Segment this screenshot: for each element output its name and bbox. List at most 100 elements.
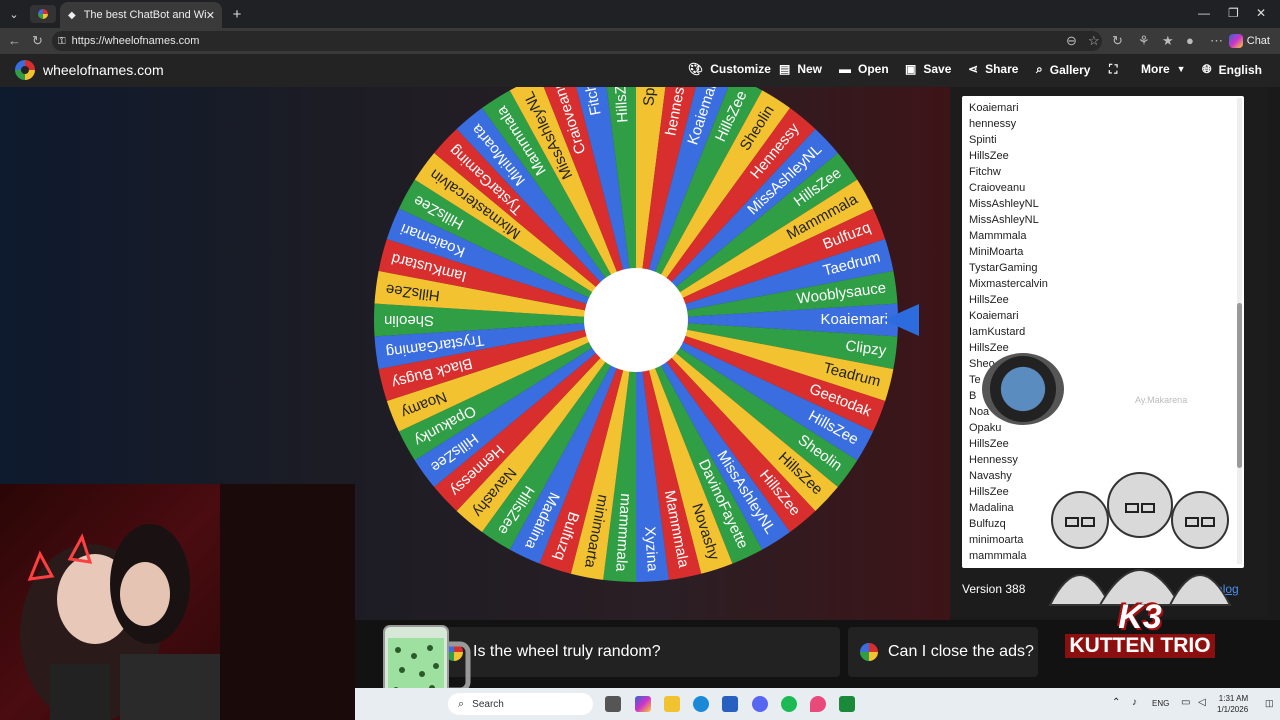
edge-icon[interactable] [693, 696, 709, 712]
sync-icon[interactable]: ↻ [1112, 33, 1123, 49]
wheel-logo-icon [860, 643, 878, 661]
clock[interactable]: 1:31 AM 1/1/2026 [1217, 693, 1248, 715]
palette-icon: 🎨︎ [688, 62, 704, 76]
wheel-slice-label: Koaiemari [820, 311, 888, 328]
entry-item: Fitchw [969, 166, 1001, 178]
fullscreen-icon: ⛶ [1109, 62, 1118, 76]
search-placeholder: Search [472, 698, 504, 710]
save-icon: ▣ [905, 62, 917, 76]
favorite-icon[interactable]: ☆ [1088, 33, 1100, 49]
volume-icon[interactable]: ◁ [1198, 697, 1206, 708]
kutten-trio-logo: K3 KUTTEN TRIO [1040, 460, 1240, 674]
nav-language[interactable]: 🌐︎ English [1202, 62, 1262, 77]
tab-title: The best ChatBot and Widgets for [83, 9, 206, 21]
copilot-icon [1228, 34, 1243, 48]
search-icon: ⌕ [1036, 62, 1043, 76]
faq-question-text: Can I close the ads? [888, 643, 1034, 660]
nav-new[interactable]: ▤ New [779, 62, 822, 76]
entry-item: Koaiemari [969, 310, 1019, 322]
close-tab-icon[interactable]: ✕ [206, 9, 215, 22]
entry-item: IamKustard [969, 326, 1026, 338]
chat-label: Chat [1246, 35, 1270, 47]
wheel-slice-label: Xyzina [641, 526, 661, 573]
chat-button[interactable]: Chat [1228, 31, 1270, 51]
site-logo[interactable]: wheelofnames.com [15, 60, 164, 80]
entry-item: hennessy [969, 118, 1017, 130]
file-explorer-icon[interactable] [664, 696, 680, 712]
nav-save[interactable]: ▣ Save [905, 62, 951, 76]
version-label: Version 388 [962, 582, 1026, 596]
faq-question-ads[interactable]: Can I close the ads? [848, 627, 1038, 677]
nav-fullscreen[interactable]: ⛶ [1109, 62, 1117, 77]
nav-share[interactable]: ⋖ Share [968, 62, 1018, 76]
entry-item: Mammmala [969, 230, 1027, 242]
wheel-logo-icon [15, 60, 35, 80]
tab-active[interactable]: ◆ The best ChatBot and Widgets for ✕ [60, 2, 222, 28]
chevron-up-icon[interactable]: ⌃ [1112, 697, 1120, 708]
network-icon[interactable]: ▭ [1181, 697, 1190, 708]
site-name: wheelofnames.com [43, 62, 164, 78]
new-tab-button[interactable]: + [228, 5, 246, 23]
nav-more[interactable]: More ▼ [1141, 62, 1186, 76]
music-subtitle: Ay.Makarena [1135, 395, 1188, 405]
nav-customize[interactable]: 🎨︎ Customize [688, 62, 771, 76]
spotify-icon[interactable] [781, 696, 797, 712]
entry-item: Craioveanu [969, 182, 1026, 194]
minimize-icon[interactable]: — [1198, 6, 1210, 20]
webcam-overlay [0, 484, 355, 720]
nav-label: Save [923, 62, 952, 76]
address-bar-row: ← ↻ ⚿ https://wheelofnames.com ⊖ ☆ ↻ ⚘ ★… [0, 28, 1280, 54]
notification-icon[interactable]: ◫ [1265, 698, 1274, 709]
task-view-icon[interactable] [605, 696, 621, 712]
k3-badge: K3 [1118, 598, 1162, 636]
nav-label: Open [858, 62, 889, 76]
taskbar-search[interactable]: ⌕ Search [448, 693, 593, 715]
faq-question-random[interactable]: Is the wheel truly random? [440, 627, 840, 677]
restore-icon[interactable]: ❐ [1228, 6, 1239, 20]
menu-icon[interactable]: ⋯ [1210, 33, 1223, 49]
chevron-down-icon: ▼ [1176, 64, 1186, 74]
nav-label: Customize [710, 62, 771, 76]
folder-icon: ▬ [839, 62, 851, 76]
discord-icon[interactable] [752, 696, 768, 712]
extensions-icon[interactable]: ⚘ [1138, 33, 1150, 49]
entry-item: Spinti [969, 134, 997, 146]
wheel-slice-label: Sheolin [384, 312, 434, 329]
nav-label: English [1218, 62, 1262, 77]
entry-item: Mixmastercalvin [969, 278, 1048, 290]
copilot-icon[interactable] [635, 696, 651, 712]
back-icon[interactable]: ← [8, 33, 21, 48]
profile-icon[interactable]: ● [1186, 33, 1194, 48]
favorites-icon[interactable]: ★ [1162, 33, 1174, 49]
trio-illustration [1048, 472, 1232, 606]
nav-label: Share [985, 62, 1019, 76]
site-info-icon[interactable]: ⚿ [58, 36, 66, 47]
map-pin-icon[interactable] [810, 696, 826, 712]
clock-date: 1/1/2026 [1217, 705, 1249, 714]
nav-label: More [1141, 62, 1170, 76]
microphone-icon[interactable]: ♪ [1132, 697, 1137, 708]
refresh-icon[interactable]: ↻ [32, 33, 43, 49]
entry-item: HillsZee [969, 438, 1009, 450]
browser-tab-bar: ⌄ ◆ The best ChatBot and Widgets for ✕ +… [0, 0, 1280, 28]
music-title: JMRodriguez - Topic [1108, 377, 1226, 391]
now-playing-widget: JMRodriguez - Topic Ay.Makarena [982, 353, 1244, 425]
wheel[interactable]: KoaiemariClipzyTeadrumGeetodakHillsZeeSh… [372, 87, 900, 587]
entry-item: MissAshleyNL [969, 214, 1039, 226]
nav-gallery[interactable]: ⌕ Gallery [1036, 62, 1090, 77]
reader-icon[interactable]: ⊖ [1066, 33, 1077, 49]
store-icon[interactable] [722, 696, 738, 712]
wheel-center-button[interactable] [584, 268, 688, 372]
site-header: wheelofnames.com 🎨︎ Customize ▤ New ▬ Open … [0, 54, 1280, 87]
pinned-tab[interactable] [30, 5, 56, 23]
tab-list-button[interactable]: ⌄ [6, 5, 22, 23]
kutten-trio-name: KUTTEN TRIO [1065, 634, 1215, 658]
nav-open[interactable]: ▬ Open [839, 62, 889, 76]
app-icon[interactable] [839, 696, 855, 712]
search-icon: ⌕ [458, 697, 465, 710]
url-field[interactable]: ⚿ https://wheelofnames.com [52, 31, 1102, 51]
language-indicator[interactable]: ENG [1152, 699, 1169, 708]
webcam-image [20, 484, 355, 720]
close-window-icon[interactable]: ✕ [1256, 6, 1266, 20]
file-icon: ▤ [779, 62, 791, 76]
